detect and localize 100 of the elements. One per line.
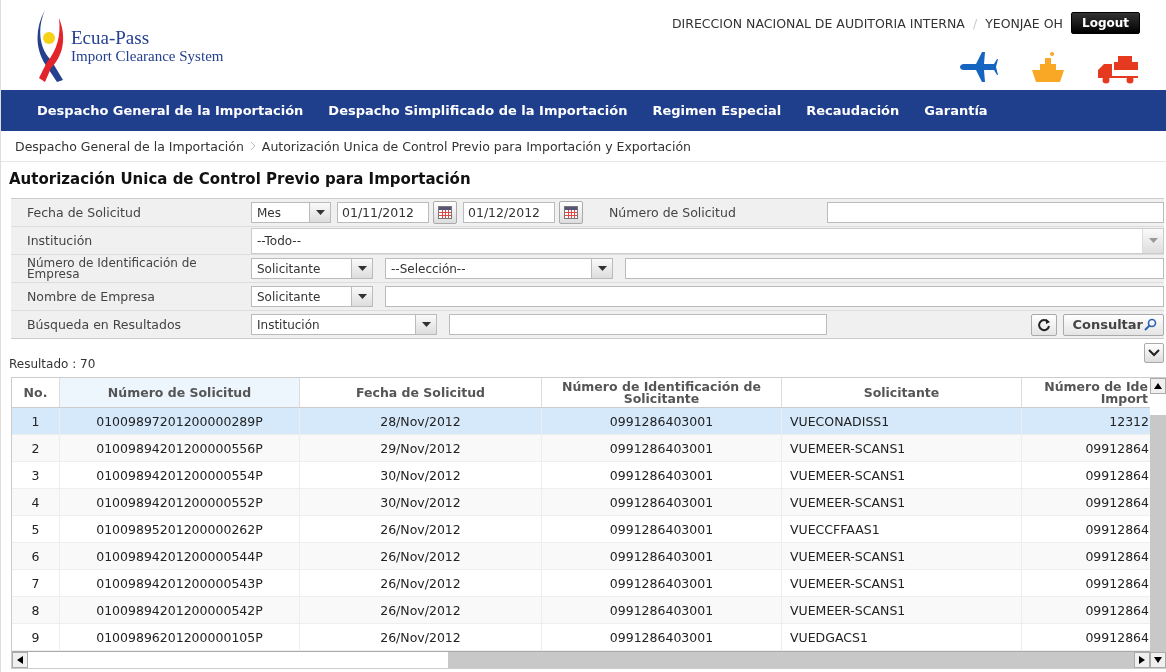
column-header[interactable]: Fecha de Solicitud	[300, 378, 542, 407]
table-cell: 26/Nov/2012	[300, 597, 542, 623]
airplane-icon[interactable]	[960, 50, 998, 84]
calendar-icon	[438, 206, 452, 219]
breadcrumb-link[interactable]: Despacho General de la Importación	[15, 138, 244, 154]
nav-menu-item[interactable]: Garantía	[914, 103, 1003, 118]
field-label: Nombre de Empresa	[11, 283, 251, 310]
nav-menu-item[interactable]: Recaudación	[796, 103, 915, 118]
date-field[interactable]: 01/11/2012	[337, 202, 429, 223]
column-header[interactable]: Número de Ide Import	[1022, 378, 1150, 407]
column-header[interactable]: Solicitante	[782, 378, 1022, 407]
table-row[interactable]: 2 01009894201200000556P 29/Nov/2012 0991286403001 VUEMEER-SCANS1 09912864	[12, 435, 1150, 462]
calendar-button[interactable]	[433, 201, 457, 224]
table-row[interactable]: 7 01009894201200000543P 26/Nov/2012 0991286403001 VUEMEER-SCANS1 09912864	[12, 570, 1150, 597]
table-cell: 01009894201200000556P	[60, 435, 300, 461]
table-cell: 26/Nov/2012	[300, 516, 542, 542]
scroll-up-icon	[1154, 383, 1162, 389]
nav-menu-item[interactable]: Despacho Simplificado de la Importación	[318, 103, 643, 118]
table-cell: VUECCFFAAS1	[782, 516, 1022, 542]
table-cell: 01009895201200000262P	[60, 516, 300, 542]
refresh-button[interactable]	[1031, 313, 1058, 336]
search-field[interactable]	[449, 314, 827, 335]
user-name: YEONJAE OH	[985, 15, 1063, 31]
result-count: Resultado : 70	[9, 357, 96, 371]
dropdown[interactable]: --Selección--	[385, 258, 613, 279]
input-field[interactable]	[625, 258, 1164, 279]
nav-menu-item[interactable]: Regimen Especial	[642, 103, 797, 118]
refresh-icon	[1037, 317, 1052, 332]
table-cell: VUEMEER-SCANS1	[782, 489, 1022, 515]
dropdown[interactable]: Mes	[251, 202, 331, 223]
table-cell: VUEMEER-SCANS1	[782, 597, 1022, 623]
table-row[interactable]: 4 01009894201200000552P 30/Nov/2012 0991286403001 VUEMEER-SCANS1 09912864	[12, 489, 1150, 516]
chevron-down-icon	[1148, 349, 1160, 357]
table-cell: 4	[12, 489, 60, 515]
table-cell: 0991286403001	[542, 462, 782, 488]
input-field[interactable]	[385, 286, 1164, 307]
scroll-left-icon	[17, 656, 23, 664]
table-cell: 30/Nov/2012	[300, 489, 542, 515]
table-cell: 28/Nov/2012	[300, 408, 542, 434]
table-cell: VUEMEER-SCANS1	[782, 435, 1022, 461]
table-cell: 0991286403001	[542, 570, 782, 596]
ship-icon[interactable]	[1032, 50, 1064, 84]
horizontal-scrollbar[interactable]	[12, 651, 1150, 668]
calendar-icon	[564, 206, 578, 219]
search-icon	[1143, 317, 1157, 332]
dropdown[interactable]: --Todo--	[251, 227, 1164, 254]
dropdown[interactable]: Solicitante	[251, 286, 373, 307]
dropdown[interactable]: Solicitante	[251, 258, 373, 279]
consultar-button[interactable]: Consultar	[1063, 313, 1164, 336]
dropdown-arrow-icon	[357, 294, 367, 299]
table-cell: 01009894201200000543P	[60, 570, 300, 596]
table-cell: 0991286403001	[542, 489, 782, 515]
field-label: Número de Identificación de Empresa	[11, 255, 251, 282]
nav-menu-item[interactable]: Despacho General de la Importación	[27, 103, 319, 118]
calendar-button[interactable]	[559, 201, 583, 224]
table-cell: 01009894201200000554P	[60, 462, 300, 488]
table-cell: 30/Nov/2012	[300, 462, 542, 488]
table-cell: VUECONADISS1	[782, 408, 1022, 434]
dropdown-arrow-icon	[597, 266, 607, 271]
logout-button[interactable]: Logout	[1071, 12, 1140, 34]
table-cell: 1	[12, 408, 60, 434]
table-cell: 7	[12, 570, 60, 596]
table-cell: 0991286403001	[542, 624, 782, 650]
table-cell: VUEMEER-SCANS1	[782, 543, 1022, 569]
table-cell: 8	[12, 597, 60, 623]
table-row[interactable]: 8 01009894201200000542P 26/Nov/2012 0991286403001 VUEMEER-SCANS1 09912864	[12, 597, 1150, 624]
dropdown-arrow-icon	[357, 266, 367, 271]
table-cell: 0991286403001	[542, 543, 782, 569]
table-cell: 0991286403001	[542, 597, 782, 623]
table-cell: 9	[12, 624, 60, 650]
dropdown-arrow-icon	[1148, 238, 1158, 243]
table-cell: 01009894201200000552P	[60, 489, 300, 515]
column-header[interactable]: Número de Identificación de Solicitante	[542, 378, 782, 407]
table-cell: 26/Nov/2012	[300, 570, 542, 596]
table-cell: VUEMEER-SCANS1	[782, 462, 1022, 488]
page-title: Autorización Unica de Control Previo para Importación	[8, 169, 472, 190]
dropdown[interactable]: Institución	[251, 314, 437, 335]
table-row[interactable]: 5 01009895201200000262P 26/Nov/2012 0991286403001 VUECCFFAAS1 09912864	[12, 516, 1150, 543]
scroll-down-icon	[1154, 657, 1162, 663]
column-header[interactable]: Número de Solicitud	[60, 378, 300, 407]
table-cell: 26/Nov/2012	[300, 624, 542, 650]
input-field[interactable]	[827, 202, 1164, 223]
date-field[interactable]: 01/12/2012	[463, 202, 555, 223]
field-label: Institución	[11, 227, 251, 254]
table-cell: 2	[12, 435, 60, 461]
dropdown-arrow-icon	[315, 210, 325, 215]
table-cell: 01009896201200000105P	[60, 624, 300, 650]
table-row[interactable]: 6 01009894201200000544P 26/Nov/2012 0991286403001 VUEMEER-SCANS1 09912864	[12, 543, 1150, 570]
table-row[interactable]: 3 01009894201200000554P 30/Nov/2012 0991286403001 VUEMEER-SCANS1 09912864	[12, 462, 1150, 489]
field-label: Fecha de Solicitud	[11, 199, 251, 226]
vertical-scrollbar[interactable]	[1150, 378, 1166, 668]
truck-icon[interactable]	[1098, 56, 1138, 84]
table-row[interactable]: 9 01009896201200000105P 26/Nov/2012 0991286403001 VUEDGACS1 09912864	[12, 624, 1150, 651]
table-row[interactable]: 1 01009897201200000289P 28/Nov/2012 0991286403001 VUECONADISS1 12312	[12, 408, 1150, 435]
breadcrumb-link[interactable]: Autorización Unica de Control Previo para Importación y Exportación	[261, 138, 692, 154]
table-cell: 0991286403001	[542, 408, 782, 434]
table-cell: 01009897201200000289P	[60, 408, 300, 434]
collapse-button[interactable]	[1144, 343, 1164, 363]
dropdown-arrow-icon	[421, 322, 431, 327]
table-cell: 3	[12, 462, 60, 488]
